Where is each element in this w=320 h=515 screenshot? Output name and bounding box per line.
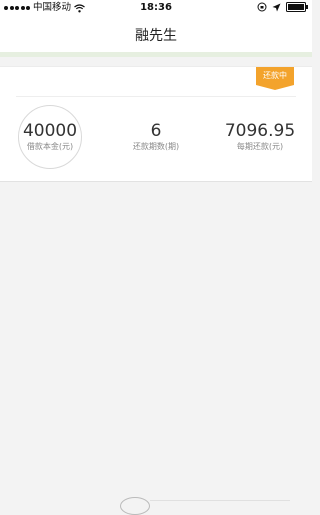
- bottom-divider: [150, 500, 290, 501]
- repayment-periods-value: 6: [150, 121, 162, 141]
- loading-indicator-icon: [120, 497, 150, 515]
- status-right: [257, 2, 308, 12]
- page-title: 融先生: [135, 28, 177, 44]
- card-divider: [16, 96, 296, 97]
- header-divider: [0, 52, 312, 57]
- loan-principal-label: 借款本金(元): [26, 142, 74, 151]
- loan-card[interactable]: 还款中 40000 借款本金(元) 6 还款期数(期) 7096.95 每期还款…: [0, 66, 312, 182]
- battery-icon: [286, 2, 308, 12]
- status-badge-notch: [256, 85, 294, 90]
- per-period-payment-stat: 7096.95 每期还款(元): [222, 121, 298, 153]
- per-period-payment-value: 7096.95: [224, 121, 296, 141]
- repayment-periods-label: 还款期数(期): [132, 142, 180, 151]
- repayment-periods-stat: 6 还款期数(期): [120, 121, 192, 153]
- nav-bar: 融先生: [0, 16, 312, 53]
- status-badge: 还款中: [256, 67, 294, 85]
- status-bar: 中国移动 18:36: [0, 0, 312, 16]
- loan-principal-stat: 40000 借款本金(元): [18, 121, 82, 153]
- location-icon: [272, 3, 281, 11]
- lock-rotation-icon: [257, 2, 267, 12]
- per-period-payment-label: 每期还款(元): [236, 142, 284, 151]
- loan-principal-value: 40000: [22, 121, 78, 141]
